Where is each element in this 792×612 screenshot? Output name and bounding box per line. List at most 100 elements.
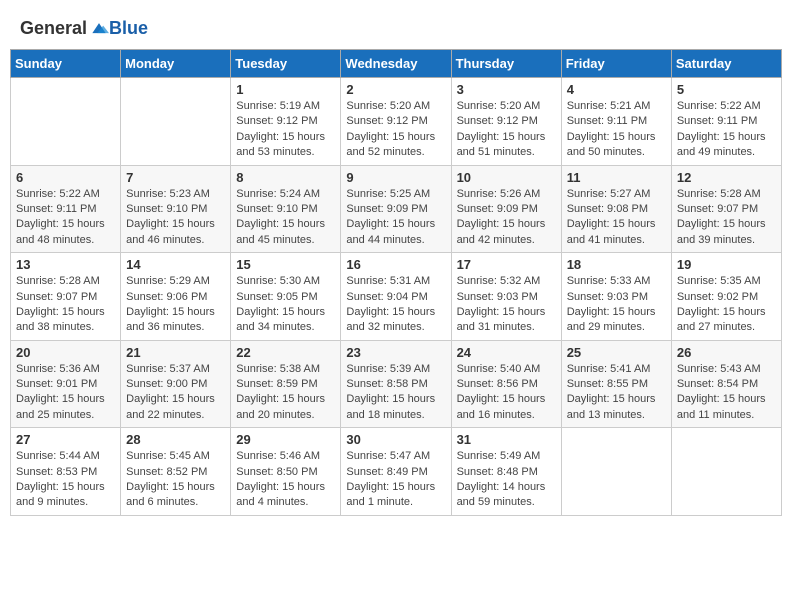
day-number: 16 xyxy=(346,257,445,272)
calendar-week-row: 6 Sunrise: 5:22 AM Sunset: 9:11 PM Daylig… xyxy=(11,165,782,253)
calendar-weekday-header: Saturday xyxy=(671,50,781,78)
day-number: 18 xyxy=(567,257,666,272)
day-number: 3 xyxy=(457,82,556,97)
calendar-day-cell: 9 Sunrise: 5:25 AM Sunset: 9:09 PM Daylig… xyxy=(341,165,451,253)
calendar-day-cell: 25 Sunrise: 5:41 AM Sunset: 8:55 PM Dayli… xyxy=(561,340,671,428)
day-info: Sunrise: 5:21 AM Sunset: 9:11 PM Dayligh… xyxy=(567,99,666,161)
calendar-weekday-header: Tuesday xyxy=(231,50,341,78)
day-number: 27 xyxy=(16,432,115,447)
day-number: 29 xyxy=(236,432,335,447)
calendar-weekday-header: Monday xyxy=(121,50,231,78)
day-info: Sunrise: 5:39 AM Sunset: 8:58 PM Dayligh… xyxy=(346,362,445,424)
day-number: 2 xyxy=(346,82,445,97)
day-number: 9 xyxy=(346,170,445,185)
calendar-day-cell xyxy=(671,428,781,516)
calendar-day-cell: 27Sunrise: 5:44 AM Sunset: 8:53 PM Dayli… xyxy=(11,428,121,516)
day-number: 20 xyxy=(16,345,115,360)
day-info: Sunrise: 5:24 AM Sunset: 9:10 PM Dayligh… xyxy=(236,187,335,249)
day-number: 31 xyxy=(457,432,556,447)
day-number: 4 xyxy=(567,82,666,97)
day-number: 11 xyxy=(567,170,666,185)
day-info: Sunrise: 5:25 AM Sunset: 9:09 PM Dayligh… xyxy=(346,187,445,249)
day-info: Sunrise: 5:19 AM Sunset: 9:12 PM Dayligh… xyxy=(236,99,335,161)
day-info: Sunrise: 5:32 AM Sunset: 9:03 PM Dayligh… xyxy=(457,274,556,336)
calendar-week-row: 13Sunrise: 5:28 AM Sunset: 9:07 PM Dayli… xyxy=(11,253,782,341)
calendar-weekday-header: Friday xyxy=(561,50,671,78)
calendar-table: SundayMondayTuesdayWednesdayThursdayFrid… xyxy=(10,49,782,516)
day-number: 8 xyxy=(236,170,335,185)
calendar-day-cell: 15 Sunrise: 5:30 AM Sunset: 9:05 PM Dayli… xyxy=(231,253,341,341)
day-info: Sunrise: 5:43 AM Sunset: 8:54 PM Dayligh… xyxy=(677,362,776,424)
day-info: Sunrise: 5:33 AM Sunset: 9:03 PM Dayligh… xyxy=(567,274,666,336)
day-number: 5 xyxy=(677,82,776,97)
day-info: Sunrise: 5:49 AM Sunset: 8:48 PM Dayligh… xyxy=(457,449,556,511)
logo-general-text: General xyxy=(20,18,87,39)
day-info: Sunrise: 5:47 AM Sunset: 8:49 PM Dayligh… xyxy=(346,449,445,511)
calendar-day-cell: 28Sunrise: 5:45 AM Sunset: 8:52 PM Dayli… xyxy=(121,428,231,516)
calendar-day-cell: 1 Sunrise: 5:19 AM Sunset: 9:12 PM Daylig… xyxy=(231,78,341,166)
calendar-day-cell: 8 Sunrise: 5:24 AM Sunset: 9:10 PM Daylig… xyxy=(231,165,341,253)
calendar-day-cell: 11 Sunrise: 5:27 AM Sunset: 9:08 PM Dayli… xyxy=(561,165,671,253)
day-info: Sunrise: 5:29 AM Sunset: 9:06 PM Dayligh… xyxy=(126,274,225,336)
day-info: Sunrise: 5:26 AM Sunset: 9:09 PM Dayligh… xyxy=(457,187,556,249)
calendar-week-row: 1 Sunrise: 5:19 AM Sunset: 9:12 PM Daylig… xyxy=(11,78,782,166)
calendar-day-cell: 13Sunrise: 5:28 AM Sunset: 9:07 PM Dayli… xyxy=(11,253,121,341)
day-number: 10 xyxy=(457,170,556,185)
day-number: 26 xyxy=(677,345,776,360)
day-number: 1 xyxy=(236,82,335,97)
day-info: Sunrise: 5:40 AM Sunset: 8:56 PM Dayligh… xyxy=(457,362,556,424)
day-number: 22 xyxy=(236,345,335,360)
day-number: 25 xyxy=(567,345,666,360)
calendar-day-cell: 24Sunrise: 5:40 AM Sunset: 8:56 PM Dayli… xyxy=(451,340,561,428)
day-info: Sunrise: 5:28 AM Sunset: 9:07 PM Dayligh… xyxy=(16,274,115,336)
calendar-day-cell: 5 Sunrise: 5:22 AM Sunset: 9:11 PM Daylig… xyxy=(671,78,781,166)
calendar-weekday-header: Thursday xyxy=(451,50,561,78)
calendar-day-cell: 3Sunrise: 5:20 AM Sunset: 9:12 PM Daylig… xyxy=(451,78,561,166)
day-number: 12 xyxy=(677,170,776,185)
calendar-day-cell: 6 Sunrise: 5:22 AM Sunset: 9:11 PM Daylig… xyxy=(11,165,121,253)
day-info: Sunrise: 5:37 AM Sunset: 9:00 PM Dayligh… xyxy=(126,362,225,424)
day-info: Sunrise: 5:30 AM Sunset: 9:05 PM Dayligh… xyxy=(236,274,335,336)
day-info: Sunrise: 5:22 AM Sunset: 9:11 PM Dayligh… xyxy=(16,187,115,249)
day-number: 21 xyxy=(126,345,225,360)
logo-blue-text: Blue xyxy=(109,18,148,39)
day-info: Sunrise: 5:41 AM Sunset: 8:55 PM Dayligh… xyxy=(567,362,666,424)
day-number: 15 xyxy=(236,257,335,272)
calendar-day-cell: 4 Sunrise: 5:21 AM Sunset: 9:11 PM Daylig… xyxy=(561,78,671,166)
calendar-day-cell xyxy=(121,78,231,166)
calendar-day-cell: 22 Sunrise: 5:38 AM Sunset: 8:59 PM Dayli… xyxy=(231,340,341,428)
calendar-day-cell: 16 Sunrise: 5:31 AM Sunset: 9:04 PM Dayli… xyxy=(341,253,451,341)
day-info: Sunrise: 5:28 AM Sunset: 9:07 PM Dayligh… xyxy=(677,187,776,249)
calendar-day-cell: 21 Sunrise: 5:37 AM Sunset: 9:00 PM Dayli… xyxy=(121,340,231,428)
day-info: Sunrise: 5:45 AM Sunset: 8:52 PM Dayligh… xyxy=(126,449,225,511)
day-info: Sunrise: 5:23 AM Sunset: 9:10 PM Dayligh… xyxy=(126,187,225,249)
calendar-header-row: SundayMondayTuesdayWednesdayThursdayFrid… xyxy=(11,50,782,78)
calendar-week-row: 20 Sunrise: 5:36 AM Sunset: 9:01 PM Dayli… xyxy=(11,340,782,428)
calendar-week-row: 27Sunrise: 5:44 AM Sunset: 8:53 PM Dayli… xyxy=(11,428,782,516)
day-info: Sunrise: 5:38 AM Sunset: 8:59 PM Dayligh… xyxy=(236,362,335,424)
calendar-day-cell: 29Sunrise: 5:46 AM Sunset: 8:50 PM Dayli… xyxy=(231,428,341,516)
day-number: 6 xyxy=(16,170,115,185)
day-info: Sunrise: 5:22 AM Sunset: 9:11 PM Dayligh… xyxy=(677,99,776,161)
day-number: 23 xyxy=(346,345,445,360)
day-number: 17 xyxy=(457,257,556,272)
calendar-day-cell: 14 Sunrise: 5:29 AM Sunset: 9:06 PM Dayli… xyxy=(121,253,231,341)
calendar-day-cell: 10 Sunrise: 5:26 AM Sunset: 9:09 PM Dayli… xyxy=(451,165,561,253)
day-number: 7 xyxy=(126,170,225,185)
logo-icon xyxy=(89,19,109,39)
calendar-day-cell: 26 Sunrise: 5:43 AM Sunset: 8:54 PM Dayli… xyxy=(671,340,781,428)
day-info: Sunrise: 5:35 AM Sunset: 9:02 PM Dayligh… xyxy=(677,274,776,336)
day-number: 14 xyxy=(126,257,225,272)
calendar-day-cell: 31 Sunrise: 5:49 AM Sunset: 8:48 PM Dayli… xyxy=(451,428,561,516)
calendar-day-cell xyxy=(561,428,671,516)
logo: General Blue xyxy=(20,18,148,39)
day-info: Sunrise: 5:36 AM Sunset: 9:01 PM Dayligh… xyxy=(16,362,115,424)
page-header: General Blue xyxy=(10,10,782,43)
day-info: Sunrise: 5:27 AM Sunset: 9:08 PM Dayligh… xyxy=(567,187,666,249)
calendar-weekday-header: Sunday xyxy=(11,50,121,78)
day-info: Sunrise: 5:31 AM Sunset: 9:04 PM Dayligh… xyxy=(346,274,445,336)
calendar-day-cell xyxy=(11,78,121,166)
calendar-day-cell: 12 Sunrise: 5:28 AM Sunset: 9:07 PM Dayli… xyxy=(671,165,781,253)
calendar-day-cell: 19Sunrise: 5:35 AM Sunset: 9:02 PM Dayli… xyxy=(671,253,781,341)
calendar-day-cell: 18 Sunrise: 5:33 AM Sunset: 9:03 PM Dayli… xyxy=(561,253,671,341)
